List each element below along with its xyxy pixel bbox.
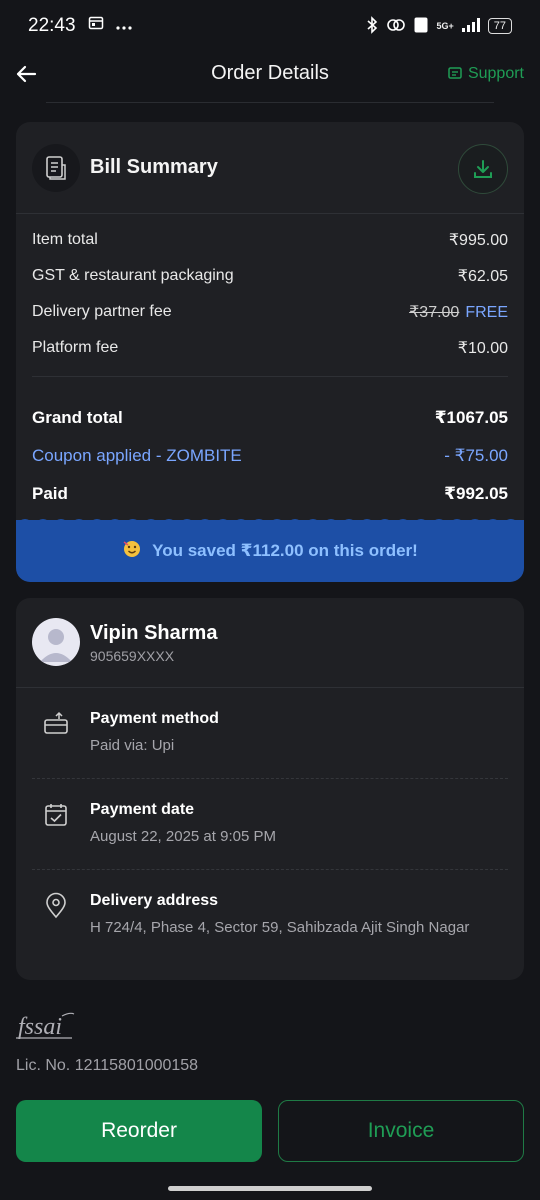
gst-label: GST & restaurant packaging	[32, 267, 234, 284]
download-bill-button[interactable]	[458, 144, 508, 194]
party-emoji-icon	[122, 539, 142, 564]
coupon-row: Coupon applied - ZOMBITE - ₹75.00	[32, 446, 508, 466]
payment-method-value: Paid via: Upi	[90, 737, 175, 754]
volte-icon	[414, 17, 428, 36]
paid-value: ₹992.05	[444, 484, 508, 503]
payment-date-item: Payment date August 22, 2025 at 9:05 PM	[32, 801, 508, 861]
network-label: 5G+	[436, 20, 454, 31]
delivery-fee-value: FREE	[465, 304, 508, 321]
calendar-icon	[42, 801, 70, 829]
order-info-card: Vipin Sharma 905659XXXX Payment method P…	[16, 598, 524, 980]
payment-method-title: Payment method	[90, 710, 219, 727]
bluetooth-icon	[366, 15, 378, 37]
delivery-address-item: Delivery address H 724/4, Phase 4, Secto…	[32, 892, 508, 962]
grand-total-label: Grand total	[32, 408, 123, 427]
fssai-logo: fssai	[16, 1010, 76, 1051]
payment-icon	[42, 710, 70, 738]
chat-icon	[448, 67, 462, 79]
coupon-value: - ₹75.00	[444, 446, 508, 465]
paid-label: Paid	[32, 484, 68, 503]
coupon-label: Coupon applied - ZOMBITE	[32, 446, 242, 465]
home-indicator[interactable]	[168, 1186, 372, 1191]
bill-summary-header: Bill Summary	[16, 122, 524, 214]
support-label: Support	[467, 65, 524, 82]
battery-level: 77	[493, 20, 506, 32]
grand-total-row: Grand total ₹1067.05	[32, 408, 508, 428]
payment-date-title: Payment date	[90, 801, 195, 818]
signal-icon	[461, 17, 480, 35]
item-total-value: ₹995.00	[448, 232, 508, 249]
divider	[46, 102, 494, 103]
platform-fee-row: Platform fee ₹10.00	[32, 338, 508, 358]
divider	[32, 376, 508, 377]
calendar-notification-icon	[88, 15, 104, 37]
grand-total-value: ₹1067.05	[434, 408, 508, 427]
bill-summary-title: Bill Summary	[90, 156, 218, 178]
divider	[16, 687, 524, 688]
gst-row: GST & restaurant packaging ₹62.05	[32, 266, 508, 286]
download-icon	[474, 160, 492, 178]
item-total-label: Item total	[32, 231, 98, 248]
invoice-button[interactable]: Invoice	[278, 1100, 524, 1162]
header: Order Details Support	[0, 52, 540, 98]
paid-row: Paid ₹992.05	[32, 484, 508, 504]
delivery-fee-label: Delivery partner fee	[32, 303, 172, 320]
platform-fee-label: Platform fee	[32, 339, 119, 356]
item-total-row: Item total ₹995.00	[32, 230, 508, 250]
battery-icon: 77	[487, 18, 512, 34]
savings-banner: You saved ₹112.00 on this order!	[16, 520, 524, 582]
delivery-address-value: H 724/4, Phase 4, Sector 59, Sahibzada A…	[90, 919, 470, 936]
reorder-button[interactable]: Reorder	[16, 1100, 262, 1162]
license-number: Lic. No. 12115801000158	[16, 1057, 199, 1074]
delivery-address-title: Delivery address	[90, 892, 219, 909]
savings-text: You saved ₹112.00 on this order!	[152, 541, 418, 560]
more-notifications-icon	[115, 15, 132, 37]
payment-date-value: August 22, 2025 at 9:05 PM	[90, 828, 276, 845]
avatar	[32, 618, 80, 666]
link-icon	[386, 17, 406, 36]
status-bar: 22:43 5G+ 77	[0, 0, 540, 52]
svg-text:fssai: fssai	[18, 1014, 62, 1040]
status-time: 22:43	[28, 15, 76, 36]
divider	[32, 778, 508, 779]
receipt-icon	[32, 144, 80, 192]
payment-method-item: Payment method Paid via: Upi	[32, 710, 508, 770]
gst-value: ₹62.05	[457, 268, 508, 285]
bill-summary-card: Bill Summary Item total ₹995.00 GST & re…	[16, 122, 524, 582]
delivery-fee-row: Delivery partner fee ₹37.00 FREE	[32, 302, 508, 322]
customer-name: Vipin Sharma	[90, 622, 218, 644]
location-pin-icon	[42, 892, 70, 920]
customer-phone: 905659XXXX	[90, 648, 175, 664]
divider	[32, 869, 508, 870]
delivery-fee-original: ₹37.00	[409, 304, 460, 321]
platform-fee-value: ₹10.00	[457, 340, 508, 357]
support-button[interactable]: Support	[448, 65, 524, 83]
